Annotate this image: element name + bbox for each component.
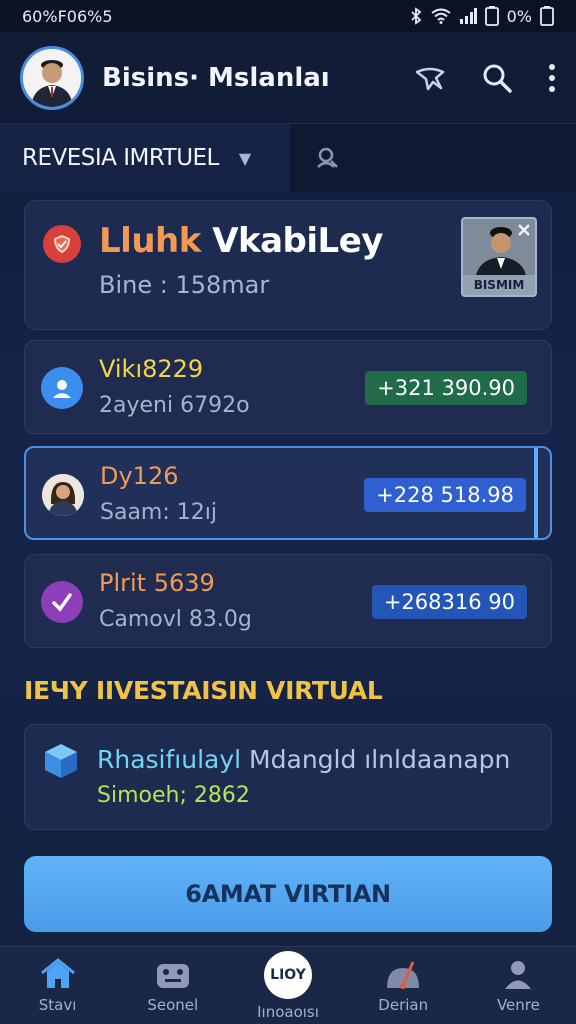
- tx-subtitle: Saam: 12ıj: [100, 500, 217, 525]
- portfolio-select[interactable]: REVESIA IMRTUEL ▼: [0, 124, 290, 192]
- filter-row: REVESIA IMRTUEL ▼: [0, 124, 576, 192]
- close-icon[interactable]: [517, 223, 531, 237]
- battery-icon: [484, 6, 499, 26]
- wifi-icon: [430, 8, 451, 24]
- nav-item-market[interactable]: Derian: [346, 947, 461, 1024]
- nav-label: Seonel: [147, 995, 199, 1014]
- avatar[interactable]: [20, 45, 84, 110]
- section-title: IEЧY IIVESTAISIN VIRTUAL: [24, 676, 383, 705]
- bluetooth-icon: [410, 7, 421, 25]
- app-bar: Bisins· Mslanlaı: [0, 32, 576, 124]
- search-icon[interactable]: [482, 63, 512, 93]
- nav-item-games[interactable]: Seonel: [115, 947, 230, 1024]
- game-icon: [156, 963, 189, 988]
- tx-title: Vikı8229: [99, 355, 204, 383]
- battery-outline-icon: [540, 6, 554, 26]
- shield-icon: [53, 234, 71, 254]
- nav-item-profile[interactable]: Venre: [461, 947, 576, 1024]
- app-actions: [414, 63, 556, 93]
- invest-badge: LIOY: [264, 950, 312, 999]
- status-bar: 60%F06%5 0%: [0, 0, 576, 32]
- investment-card[interactable]: Rhasifıulayl Mdangld ılnldaanapn Simoeh;…: [24, 724, 552, 830]
- profile-name-rest: VkabiLey: [212, 221, 383, 261]
- tx-title: Plrit 5639: [99, 569, 215, 597]
- tx-amount: +268316 90: [371, 585, 527, 619]
- tx-subtitle: 2ayeni 6792o: [99, 393, 250, 418]
- list-item[interactable]: Plrit 5639 Camovl 83.0g +268316 90: [24, 554, 552, 648]
- profile-icon: [505, 960, 532, 989]
- investment-title-highlight: Rhasifıulayl: [97, 745, 242, 774]
- avatar: [42, 474, 84, 516]
- nav-item-invest[interactable]: LIOY Iınoaoısı: [230, 947, 345, 1024]
- profile-name: Lluhk VkabiLey: [99, 221, 383, 261]
- profile-badge: [43, 225, 81, 263]
- list-item[interactable]: Dy126 Saam: 12ıj +228 518.98: [24, 446, 552, 540]
- ribbon-icon[interactable]: [414, 64, 446, 92]
- investment-subtitle: Simoeh; 2862: [97, 783, 250, 808]
- investment-title-rest: Mdangld ılnldaanapn: [241, 745, 511, 774]
- tx-title: Dy126: [100, 462, 179, 490]
- tx-amount: +321 390.90: [365, 371, 527, 405]
- gauge-icon: [387, 960, 420, 989]
- user-portrait-icon: [23, 48, 81, 107]
- primary-action-button[interactable]: 6AMAT VIRTIAN: [24, 856, 552, 932]
- tx-amount: +228 518.98: [364, 478, 526, 512]
- user-icon: [41, 367, 83, 409]
- portfolio-select-label: REVESIA IMRTUEL: [22, 145, 219, 171]
- chevron-down-icon: ▼: [238, 148, 251, 168]
- profile-card[interactable]: Lluhk VkabiLey Bine : 158mar BISMIM: [24, 200, 552, 330]
- profile-name-first: Lluhk: [99, 221, 201, 261]
- bottom-nav: Stavı Seonel LIOY Iınoaoısı Derian Venre: [0, 946, 576, 1024]
- check-icon: [41, 581, 83, 623]
- tx-subtitle: Camovl 83.0g: [99, 607, 252, 632]
- signal-icon: [459, 8, 477, 24]
- home-icon: [40, 957, 75, 988]
- status-icons: 0%: [409, 6, 554, 26]
- list-item[interactable]: Vikı8229 2ayeni 6792o +321 390.90: [24, 340, 552, 434]
- more-vert-icon[interactable]: [548, 63, 556, 93]
- nav-item-home[interactable]: Stavı: [0, 947, 115, 1024]
- app-title: Bisins· Mslanlaı: [102, 62, 330, 93]
- nav-label: Derian: [378, 995, 429, 1014]
- profile-subtitle: Bine : 158mar: [99, 271, 270, 299]
- battery-text: 0%: [506, 6, 532, 26]
- photo-label: BISMIM: [463, 275, 535, 295]
- search-user-icon: [317, 147, 338, 168]
- nav-label: Stavı: [38, 995, 77, 1014]
- cube-icon: [45, 744, 77, 778]
- investment-title: Rhasifıulayl Mdangld ılnldaanapn: [97, 745, 510, 774]
- nav-label: Venre: [496, 995, 540, 1014]
- profile-photo[interactable]: BISMIM: [461, 217, 537, 297]
- filter-search[interactable]: [290, 124, 576, 192]
- status-left-text: 60%F06%5: [22, 6, 113, 26]
- nav-label: Iınoaoısı: [257, 1002, 319, 1021]
